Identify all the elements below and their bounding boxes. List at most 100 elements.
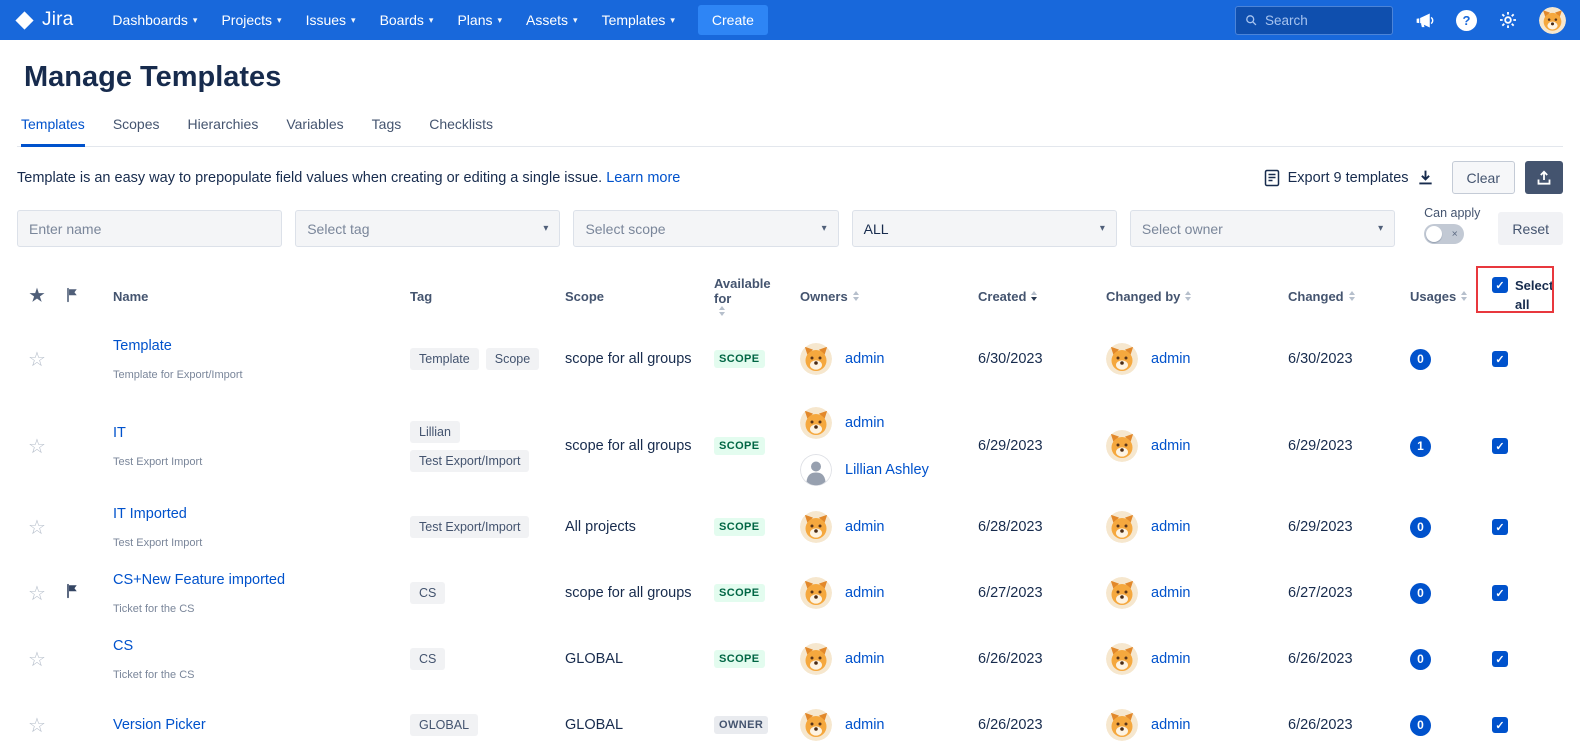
jira-logo[interactable]: Jira	[14, 9, 73, 31]
row-checkbox[interactable]: ✓	[1492, 585, 1508, 601]
tag-chip[interactable]: Test Export/Import	[410, 450, 529, 472]
clear-button[interactable]: Clear	[1452, 161, 1515, 194]
favorite-star-icon[interactable]: ☆	[28, 349, 46, 371]
nav-item-projects[interactable]: Projects ▾	[210, 6, 292, 34]
row-checkbox[interactable]: ✓	[1492, 351, 1508, 367]
tab-scopes[interactable]: Scopes	[113, 116, 160, 147]
changed-by-link[interactable]: admin	[1151, 438, 1191, 454]
usages-badge[interactable]: 0	[1410, 349, 1431, 370]
reset-button[interactable]: Reset	[1498, 212, 1563, 245]
nav-item-plans[interactable]: Plans ▾	[446, 6, 513, 34]
tag-chip[interactable]: CS	[410, 648, 445, 670]
flag-column-icon[interactable]	[65, 287, 80, 303]
owner-link[interactable]: admin	[845, 717, 885, 733]
share-export-button[interactable]	[1525, 161, 1563, 194]
column-header-changed[interactable]: Changed	[1264, 289, 1376, 304]
column-header-changed-by[interactable]: Changed by	[1084, 289, 1264, 304]
template-name-link[interactable]: CS	[113, 638, 133, 654]
tab-hierarchies[interactable]: Hierarchies	[188, 116, 259, 147]
usages-badge[interactable]: 1	[1410, 436, 1431, 457]
sort-icon[interactable]	[1185, 291, 1191, 301]
name-filter-input[interactable]	[17, 210, 282, 247]
row-checkbox[interactable]: ✓	[1492, 717, 1508, 733]
tag-chip[interactable]: CS	[410, 582, 445, 604]
favorite-star-icon[interactable]: ☆	[28, 517, 46, 539]
favorite-star-icon[interactable]: ☆	[28, 583, 46, 605]
owner-link[interactable]: Lillian Ashley	[845, 462, 929, 478]
owner-link[interactable]: admin	[845, 415, 885, 431]
usages-badge[interactable]: 0	[1410, 583, 1431, 604]
changed-by-link[interactable]: admin	[1151, 519, 1191, 535]
nav-item-templates[interactable]: Templates ▾	[591, 6, 686, 34]
tag-chip[interactable]: Lillian	[410, 421, 460, 443]
sort-icon[interactable]	[719, 306, 725, 316]
global-search[interactable]	[1235, 6, 1393, 35]
nav-item-dashboards[interactable]: Dashboards ▾	[101, 6, 208, 34]
user-avatar[interactable]	[1539, 7, 1566, 34]
sort-icon[interactable]	[1349, 291, 1355, 301]
tag-chip[interactable]: Test Export/Import	[410, 516, 529, 538]
check-icon: ✓	[1495, 521, 1504, 534]
usages-badge[interactable]: 0	[1410, 517, 1431, 538]
tab-variables[interactable]: Variables	[286, 116, 343, 147]
row-checkbox[interactable]: ✓	[1492, 651, 1508, 667]
chevron-down-icon: ▾	[573, 15, 578, 26]
project-filter-select[interactable]: ALL ▾	[852, 210, 1117, 247]
template-name-link[interactable]: Template	[113, 338, 172, 354]
column-header-name[interactable]: Name	[99, 289, 399, 304]
favorite-star-icon[interactable]: ☆	[28, 715, 46, 737]
tag-chip[interactable]: Scope	[486, 348, 539, 370]
changed-by-link[interactable]: admin	[1151, 717, 1191, 733]
template-name-link[interactable]: CS+New Feature imported	[113, 572, 285, 588]
row-checkbox[interactable]: ✓	[1492, 519, 1508, 535]
favorite-star-icon[interactable]: ☆	[28, 649, 46, 671]
can-apply-toggle[interactable]: ✕	[1424, 224, 1464, 244]
changed-by-link[interactable]: admin	[1151, 651, 1191, 667]
column-header-tag[interactable]: Tag	[399, 289, 554, 304]
favorite-star-icon[interactable]: ☆	[28, 436, 46, 458]
tab-checklists[interactable]: Checklists	[429, 116, 493, 147]
template-name-link[interactable]: Version Picker	[113, 717, 206, 733]
column-header-created[interactable]: Created	[962, 289, 1084, 304]
owner-link[interactable]: admin	[845, 519, 885, 535]
tab-templates[interactable]: Templates	[21, 116, 85, 147]
template-name-link[interactable]: IT	[113, 425, 126, 441]
created-date: 6/30/2023	[978, 351, 1043, 367]
changed-by-link[interactable]: admin	[1151, 351, 1191, 367]
usages-badge[interactable]: 0	[1410, 649, 1431, 670]
flagged-icon[interactable]	[65, 583, 80, 599]
check-icon: ✓	[1495, 353, 1504, 366]
select-all-header: ✓ Select all	[1492, 277, 1550, 315]
column-header-owners[interactable]: Owners	[784, 289, 962, 304]
tag-chip[interactable]: GLOBAL	[410, 714, 478, 736]
sort-icon-active[interactable]	[1031, 291, 1037, 301]
export-templates-button[interactable]: Export 9 templates	[1264, 169, 1434, 187]
nav-item-assets[interactable]: Assets ▾	[515, 6, 589, 34]
select-all-checkbox[interactable]: ✓	[1492, 277, 1508, 293]
column-header-scope[interactable]: Scope	[554, 289, 704, 304]
search-input[interactable]	[1265, 13, 1383, 28]
owner-link[interactable]: admin	[845, 351, 885, 367]
owner-filter-select[interactable]: Select owner ▾	[1130, 210, 1395, 247]
column-header-available-for[interactable]: Available for	[704, 276, 784, 316]
tag-filter-select[interactable]: Select tag ▾	[295, 210, 560, 247]
tag-chip[interactable]: Template	[410, 348, 479, 370]
learn-more-link[interactable]: Learn more	[606, 170, 680, 186]
announcements-megaphone-icon[interactable]	[1414, 10, 1435, 31]
owner-link[interactable]: admin	[845, 651, 885, 667]
help-icon[interactable]: ?	[1456, 10, 1477, 31]
nav-item-boards[interactable]: Boards ▾	[369, 6, 445, 34]
changed-by-link[interactable]: admin	[1151, 585, 1191, 601]
column-header-usages[interactable]: Usages	[1376, 289, 1466, 304]
scope-filter-select[interactable]: Select scope ▾	[573, 210, 838, 247]
owner-link[interactable]: admin	[845, 585, 885, 601]
usages-badge[interactable]: 0	[1410, 715, 1431, 736]
sort-icon[interactable]	[853, 291, 859, 301]
row-checkbox[interactable]: ✓	[1492, 438, 1508, 454]
create-button[interactable]: Create	[698, 5, 768, 35]
tab-tags[interactable]: Tags	[372, 116, 402, 147]
settings-gear-icon[interactable]	[1498, 10, 1518, 30]
nav-item-issues[interactable]: Issues ▾	[295, 6, 367, 34]
template-name-link[interactable]: IT Imported	[113, 506, 187, 522]
favorite-column-star-icon[interactable]: ★	[29, 286, 44, 305]
